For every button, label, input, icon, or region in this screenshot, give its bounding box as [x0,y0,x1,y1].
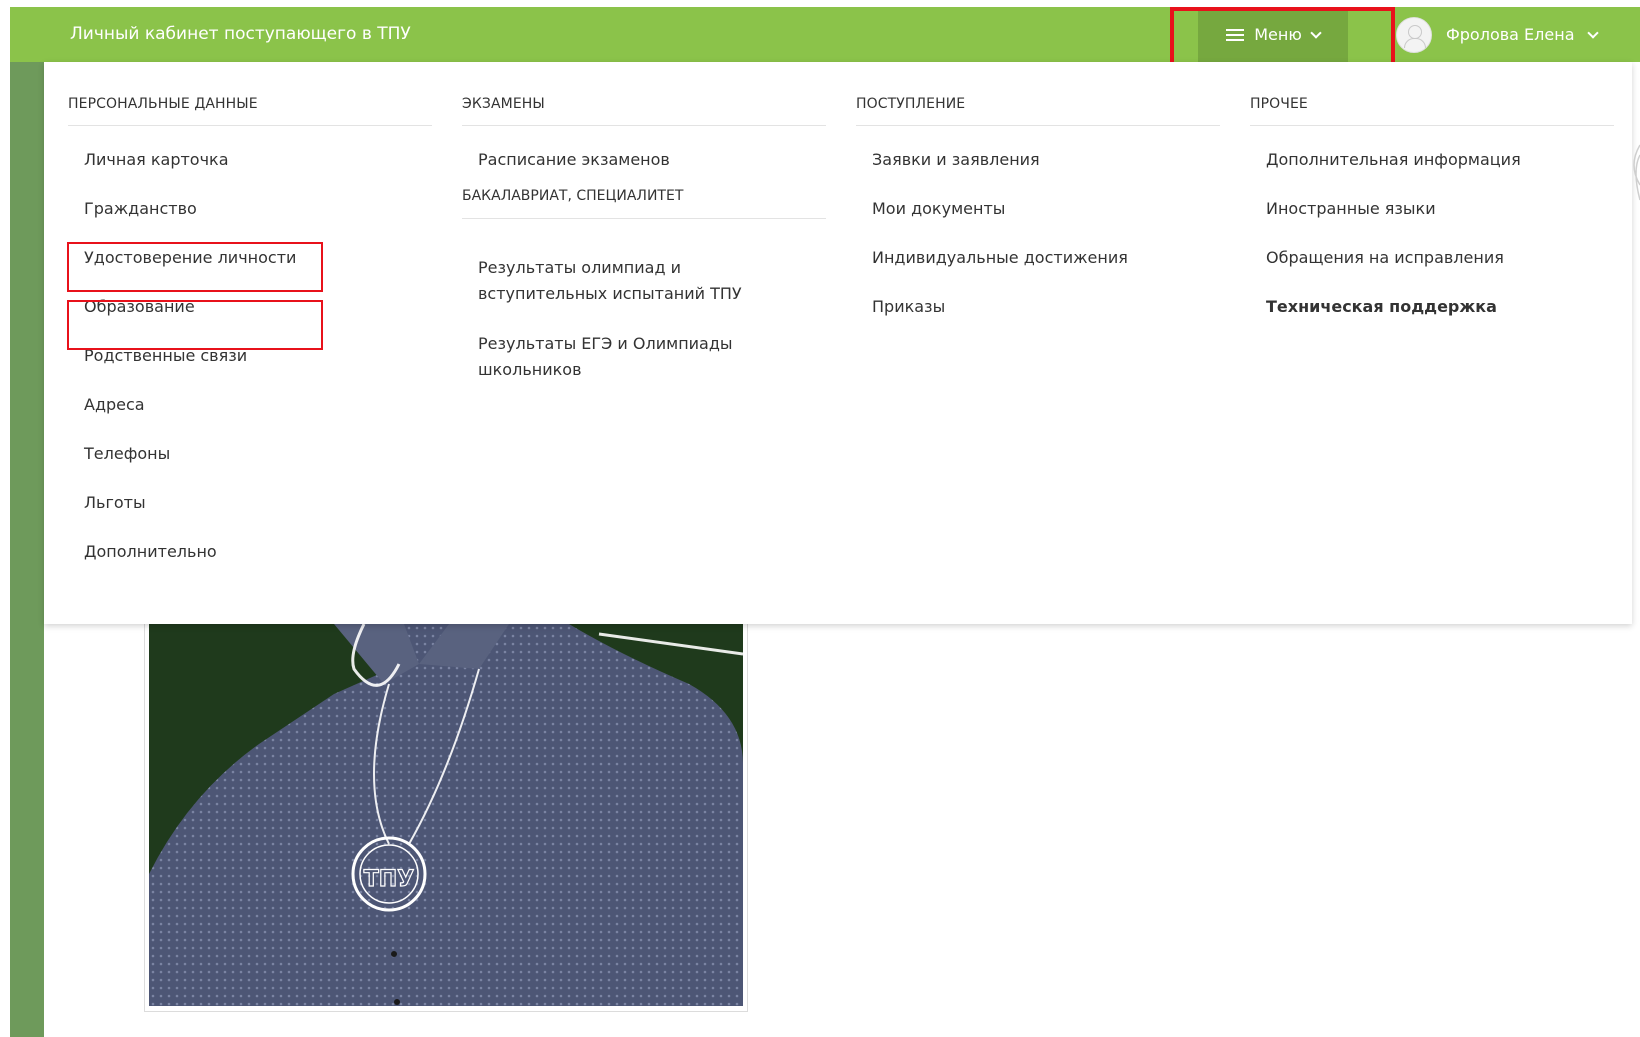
promo-photo-card: ТПУ [144,624,748,1012]
main-menu-dropdown: Персональные данные Личная карточка Граж… [44,62,1632,624]
menu-item-phones[interactable]: Телефоны [68,437,432,486]
menu-item-tech-support[interactable]: Техническая поддержка [1250,290,1614,339]
menu-column-heading: Поступление [856,96,1220,126]
menu-item-applications[interactable]: Заявки и заявления [856,143,1220,192]
app-title[interactable]: Личный кабинет поступающего в ТПУ [70,7,411,62]
menu-item-additional-info[interactable]: Дополнительная информация [1250,143,1614,192]
menu-item-correction-requests[interactable]: Обращения на исправления [1250,241,1614,290]
menu-column-heading: Прочее [1250,96,1614,126]
menu-item-achievements[interactable]: Индивидуальные достижения [856,241,1220,290]
medal-text: ТПУ [364,867,414,892]
promo-photo: ТПУ [149,624,743,1006]
hamburger-icon [1226,28,1245,41]
menu-column-heading: Экзамены [462,96,826,126]
user-name: Фролова Елена [1446,25,1575,44]
user-menu[interactable]: Фролова Елена [1396,7,1599,62]
menu-item-exam-schedule[interactable]: Расписание экзаменов [462,143,826,192]
menu-button[interactable]: Меню [1198,7,1348,62]
left-background-stripe [10,62,44,1037]
menu-item-olympiad-results[interactable]: Результаты олимпиад и вступительных испы… [462,255,826,307]
menu-item-identity-document[interactable]: Удостоверение личности [68,241,432,290]
avatar [1396,16,1432,53]
top-gap [0,0,1640,7]
menu-button-label: Меню [1254,25,1302,44]
menu-item-addresses[interactable]: Адреса [68,388,432,437]
menu-item-relatives[interactable]: Родственные связи [68,339,432,388]
chevron-down-icon [1310,26,1322,39]
menu-item-education[interactable]: Образование [68,290,432,339]
menu-item-my-documents[interactable]: Мои документы [856,192,1220,241]
menu-item-foreign-languages[interactable]: Иностранные языки [1250,192,1614,241]
menu-item-benefits[interactable]: Льготы [68,486,432,535]
menu-item-citizenship[interactable]: Гражданство [68,192,432,241]
menu-item-ege-results[interactable]: Результаты ЕГЭ и Олимпиады школьников [462,331,826,383]
menu-item-personal-card[interactable]: Личная карточка [68,143,432,192]
menu-column-admission: Поступление Заявки и заявления Мои докум… [856,62,1220,339]
menu-item-additional[interactable]: Дополнительно [68,535,432,584]
photo-illustration: ТПУ [149,624,743,1006]
menu-column-other: Прочее Дополнительная информация Иностра… [1250,62,1614,339]
menu-column-heading: Персональные данные [68,96,432,126]
menu-item-orders[interactable]: Приказы [856,290,1220,339]
menu-column-personal: Персональные данные Личная карточка Граж… [68,62,432,584]
decorative-line [1633,144,1640,201]
menu-subheading: Бакалавриат, специалитет [462,188,826,219]
chevron-down-icon [1586,26,1599,39]
top-navigation-bar: Личный кабинет поступающего в ТПУ Меню Ф… [10,7,1640,77]
menu-column-exams: Экзамены Расписание экзаменов Бакалавриа… [462,62,826,407]
